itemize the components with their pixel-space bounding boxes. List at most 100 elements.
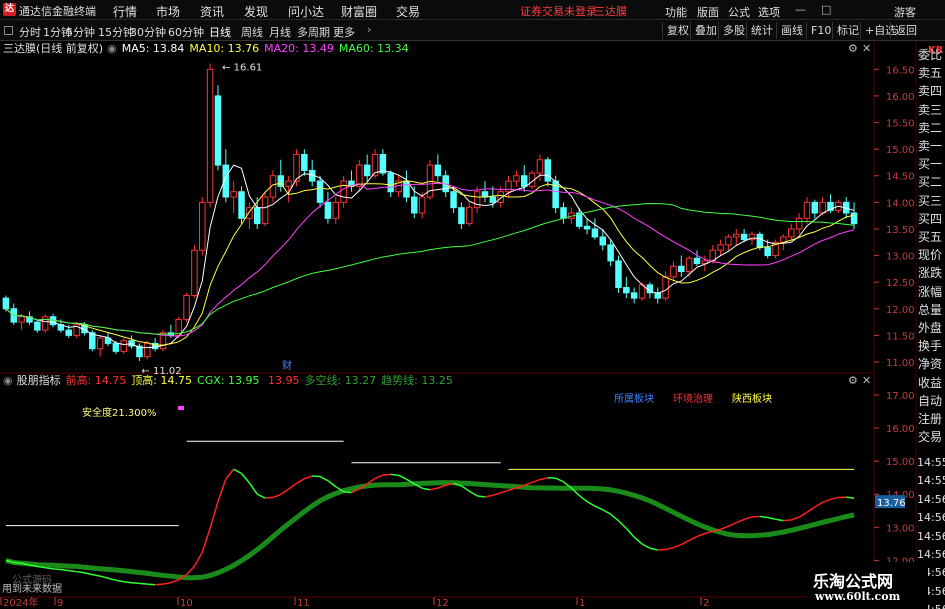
side-panel-item-13[interactable]: 涨幅 [918, 283, 945, 301]
ma-legend-0: MA5: 13.84 [122, 42, 185, 55]
side-panel-item-3[interactable]: 卖三 [918, 101, 945, 119]
sector-tag-2[interactable]: 陕西板块 [732, 392, 772, 405]
toolbar-button-8[interactable]: 返回 [890, 22, 921, 39]
candle-body [230, 191, 237, 198]
period-tab-5[interactable]: 60分钟 [168, 24, 204, 40]
xtick-label: 1 [579, 598, 585, 609]
side-panel-item-19[interactable]: 自动 [918, 392, 945, 410]
login-notice[interactable]: 证券交易未登录 [520, 3, 597, 19]
side-panel-item-17[interactable]: 净资 [918, 355, 945, 373]
main-close-icon[interactable]: ✕ [862, 42, 871, 55]
side-panel-item-1[interactable]: 卖五 [918, 64, 945, 82]
sector-tag-0[interactable]: 所属板块 [614, 392, 654, 405]
period-tab-2[interactable]: 5分钟 [66, 24, 95, 40]
menu-item-4[interactable]: 问小达 [288, 3, 324, 20]
candle-body [332, 201, 340, 219]
menu-item-2[interactable]: 资讯 [200, 3, 224, 20]
menu-item-6[interactable]: 交易 [396, 3, 420, 20]
candle-body [662, 276, 669, 299]
minimize-icon[interactable]: — [795, 3, 806, 16]
candle-body [615, 260, 622, 289]
sector-tag-1[interactable]: 环境治理 [673, 392, 713, 405]
right-menu-1[interactable]: 版面 [697, 4, 719, 20]
candle-body [513, 175, 520, 182]
period-tab-9[interactable]: 多周期 [297, 24, 330, 40]
guest-button[interactable]: 游客 [894, 4, 916, 20]
toolbar-button-2[interactable]: 多股 [718, 22, 749, 39]
side-panel-item-7[interactable]: 买二 [918, 173, 945, 191]
toolbar-button-3[interactable]: 统计 [746, 22, 777, 39]
side-panel-item-2[interactable]: 卖四 [918, 82, 945, 100]
menu-item-5[interactable]: 财富圈 [341, 3, 377, 20]
side-panel-item-8[interactable]: 买三 [918, 192, 945, 210]
maximize-icon[interactable]: □ [821, 3, 831, 16]
chart-canvas[interactable]: 16.50 16.00 15.50 15.00 14.50 14.00 13.50 13.00… [0, 41, 945, 609]
side-panel-item-21[interactable]: 交易 [918, 428, 945, 446]
candle-body [623, 287, 630, 294]
menu-item-1[interactable]: 市场 [156, 3, 180, 20]
candle [41, 314, 49, 333]
side-time-0: 14:55 [917, 456, 945, 469]
candle-body [693, 257, 701, 265]
candle-body [458, 207, 465, 225]
side-panel-item-10[interactable]: 买五 [918, 228, 945, 246]
side-panel-item-6[interactable]: 买一 [918, 155, 945, 173]
candle-body [725, 236, 732, 246]
side-panel-item-16[interactable]: 换手 [918, 337, 945, 355]
event-marker[interactable]: 财 [282, 359, 292, 372]
side-time-2: 14:56 [917, 492, 945, 506]
main-ytick-label: 14.00 [886, 198, 915, 209]
cgx-segment [751, 515, 760, 518]
right-menu-3[interactable]: 选项 [758, 4, 780, 20]
xtick-label: 9 [57, 598, 63, 609]
toolbar-button-0[interactable]: 复权 [662, 22, 693, 39]
chart-settings-icon[interactable]: ◉ [107, 42, 117, 55]
indicator-close-icon[interactable]: ✕ [862, 374, 871, 387]
candle-body [112, 342, 120, 352]
period-tab-0[interactable]: 分时 [19, 24, 41, 40]
side-panel-item-18[interactable]: 收益 [918, 374, 945, 392]
candle-body [2, 297, 10, 310]
side-panel-item-14[interactable]: 总量 [918, 301, 945, 319]
period-tab-4[interactable]: 30分钟 [130, 24, 166, 40]
side-panel-item-4[interactable]: 卖二 [918, 119, 945, 137]
candle-body [411, 196, 418, 214]
toolbar-button-6[interactable]: 标记 [832, 22, 863, 39]
period-tab-3[interactable]: 15分钟 [98, 24, 134, 40]
candle-body [787, 228, 795, 238]
indicator-settings-icon[interactable]: ◉ [3, 374, 13, 387]
main-settings-icon[interactable]: ⚙ [848, 42, 858, 55]
right-menu-2[interactable]: 公式 [728, 4, 750, 20]
side-panel-item-12[interactable]: 涨跌 [918, 264, 945, 282]
candle-body [387, 172, 394, 193]
side-panel-item-9[interactable]: 买四 [918, 210, 945, 228]
xtick-label: 2 [703, 598, 709, 609]
side-panel-item-20[interactable]: 注册 [918, 410, 945, 428]
side-panel-item-0[interactable]: 委比 [918, 46, 945, 64]
period-tab-7[interactable]: 周线 [241, 24, 263, 40]
main-ytick-label: 14.50 [886, 172, 915, 183]
side-time-4: 14:56 [917, 529, 945, 543]
candle [772, 239, 779, 259]
candle-body [599, 236, 607, 246]
candle-body [183, 294, 190, 320]
more-arrow-icon[interactable]: › [367, 23, 371, 36]
period-tab-6[interactable]: 日线 [209, 24, 231, 40]
main-ytick-label: 12.50 [886, 278, 915, 289]
toolbar-button-5[interactable]: F10 [806, 22, 835, 39]
candle [214, 85, 222, 171]
grid-toggle-icon[interactable] [4, 26, 13, 35]
toolbar-button-1[interactable]: 叠加 [690, 22, 721, 39]
menu-item-3[interactable]: 发现 [244, 3, 268, 20]
menu-item-0[interactable]: 行情 [113, 3, 137, 20]
toolbar-button-4[interactable]: 画线 [776, 22, 807, 39]
side-panel-item-15[interactable]: 外盘 [918, 319, 945, 337]
indicator-gear-icon[interactable]: ⚙ [848, 374, 858, 387]
ind-ytick-label: 17.00 [886, 391, 915, 402]
period-tab-8[interactable]: 月线 [269, 24, 291, 40]
side-panel-item-5[interactable]: 卖一 [918, 137, 945, 155]
period-tab-10[interactable]: 更多 [333, 24, 355, 40]
candle-body [717, 244, 724, 251]
side-panel-item-11[interactable]: 现价 [918, 246, 945, 264]
right-menu-0[interactable]: 功能 [665, 4, 687, 20]
